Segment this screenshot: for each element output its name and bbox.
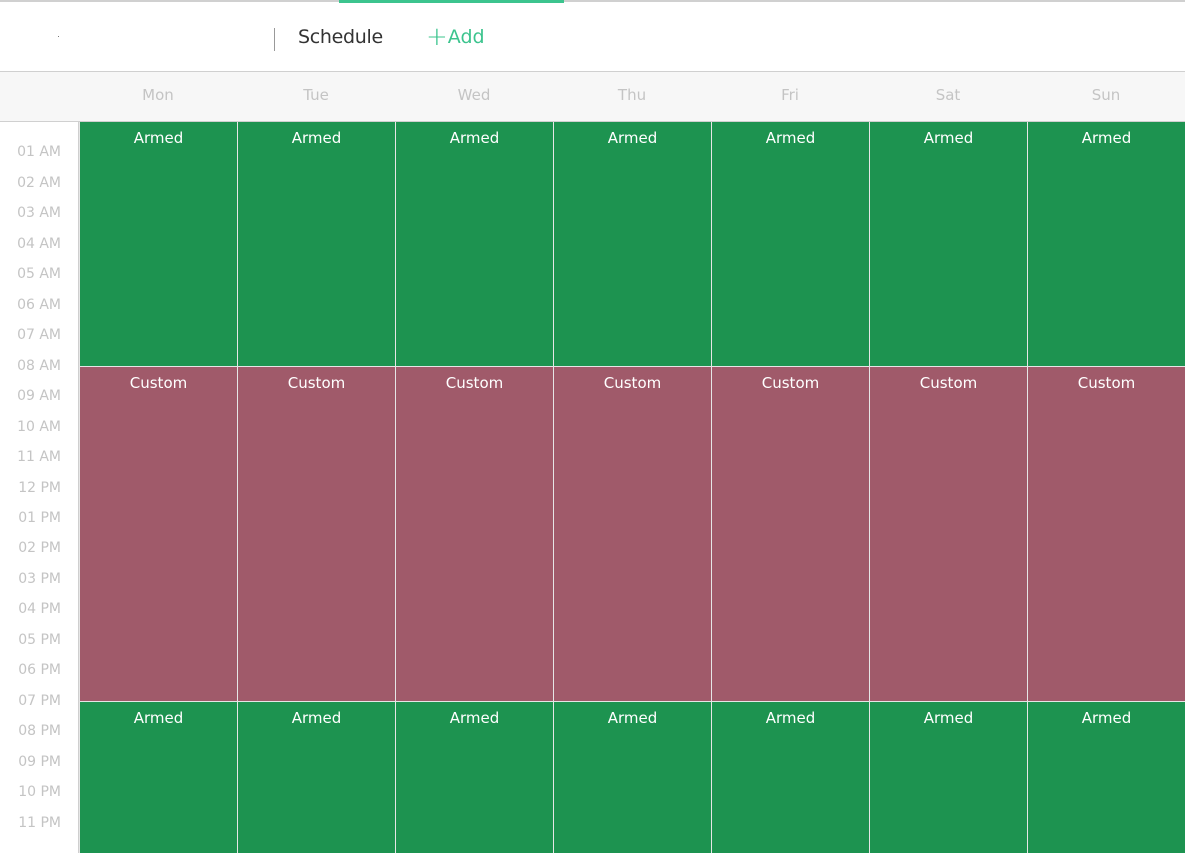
schedule-block-custom[interactable]: Custom	[553, 365, 711, 701]
schedule-block-custom[interactable]: Custom	[1027, 365, 1185, 701]
day-header-mon: Mon	[142, 86, 174, 104]
hour-label: 01 PM	[18, 509, 61, 526]
day-header-wed: Wed	[457, 86, 491, 104]
hour-label: 05 PM	[18, 631, 61, 648]
schedule-block-label: Armed	[607, 129, 658, 147]
schedule-block-armed[interactable]: Armed	[1027, 122, 1185, 366]
day-column-mon: Armed Custom Armed	[79, 122, 237, 853]
schedule-block-custom[interactable]: Custom	[79, 365, 237, 701]
plus-icon: +	[426, 21, 448, 52]
page-title: Schedule	[298, 26, 383, 48]
day-header-sat: Sat	[935, 86, 961, 104]
schedule-block-custom[interactable]: Custom	[869, 365, 1027, 701]
schedule-block-label: Armed	[133, 129, 184, 147]
add-label: Add	[447, 26, 485, 48]
hour-label: 04 AM	[17, 235, 61, 252]
day-column-thu: Armed Custom Armed	[553, 122, 711, 853]
schedule-grid: Armed Custom Armed Armed Custom Armed Armed Cus…	[79, 122, 1185, 853]
hour-label: 03 AM	[17, 205, 61, 222]
schedule-block-armed[interactable]: Armed	[1027, 700, 1185, 853]
schedule-block-armed[interactable]: Armed	[711, 122, 869, 366]
day-column-sat: Armed Custom Armed	[869, 122, 1027, 853]
day-header-fri: Fri	[781, 86, 799, 104]
schedule-block-armed[interactable]: Armed	[79, 122, 237, 366]
day-column-fri: Armed Custom Armed	[711, 122, 869, 853]
schedule-block-label: Armed	[1081, 129, 1132, 147]
hour-label: 02 AM	[17, 174, 61, 191]
schedule-block-armed[interactable]: Armed	[395, 700, 553, 853]
schedule-block-label: Armed	[1081, 708, 1132, 727]
schedule-block-label: Custom	[287, 373, 346, 392]
hour-label: 06 PM	[18, 662, 61, 679]
hour-label: 03 PM	[18, 570, 61, 587]
hour-label: 10 AM	[17, 418, 61, 435]
day-column-wed: Armed Custom Armed	[395, 122, 553, 853]
schedule-block-label: Armed	[291, 129, 342, 147]
hour-label: 08 AM	[17, 357, 61, 374]
schedule-block-armed[interactable]: Armed	[553, 122, 711, 366]
hour-label: 07 PM	[18, 692, 61, 709]
schedule-block-label: Custom	[445, 373, 504, 392]
time-axis: 01 AM 02 AM 03 AM 04 AM 05 AM 06 AM 07 AM 08 AM…	[0, 122, 79, 853]
schedule-block-label: Armed	[923, 708, 974, 727]
day-column-sun: Armed Custom Armed	[1027, 122, 1185, 853]
hour-label: 09 PM	[18, 753, 61, 770]
schedule-block-armed[interactable]: Armed	[237, 700, 395, 853]
hour-label: 10 PM	[18, 784, 61, 801]
schedule-block-custom[interactable]: Custom	[395, 365, 553, 701]
schedule-block-label: Armed	[765, 129, 816, 147]
schedule-block-label: Armed	[607, 708, 658, 727]
schedule-block-armed[interactable]: Armed	[553, 700, 711, 853]
hour-label: 09 AM	[17, 388, 61, 405]
active-tab-indicator	[339, 0, 564, 3]
hour-label: 01 AM	[17, 144, 61, 161]
hour-label: 11 AM	[17, 449, 61, 466]
hour-label: 04 PM	[18, 601, 61, 618]
top-bar: Schedule + Add	[0, 0, 1185, 72]
schedule-block-label: Armed	[291, 708, 342, 727]
hour-label: 05 AM	[17, 266, 61, 283]
schedule-block-label: Armed	[449, 129, 500, 147]
schedule-block-label: Custom	[1077, 373, 1136, 392]
hour-label: 08 PM	[18, 723, 61, 740]
hour-label: 06 AM	[17, 296, 61, 313]
logo-placeholder	[58, 36, 59, 37]
add-schedule-button[interactable]: + Add	[426, 21, 485, 52]
schedule-block-armed[interactable]: Armed	[869, 122, 1027, 366]
day-header-row: Mon Tue Wed Thu Fri Sat Sun	[0, 72, 1185, 122]
hour-label: 12 PM	[18, 479, 61, 496]
schedule-block-armed[interactable]: Armed	[711, 700, 869, 853]
schedule-block-armed[interactable]: Armed	[869, 700, 1027, 853]
schedule-block-label: Custom	[919, 373, 978, 392]
schedule-block-label: Armed	[923, 129, 974, 147]
schedule-block-armed[interactable]: Armed	[79, 700, 237, 853]
day-header-thu: Thu	[617, 86, 647, 104]
day-header-tue: Tue	[303, 86, 329, 104]
schedule-block-custom[interactable]: Custom	[237, 365, 395, 701]
schedule-block-label: Armed	[449, 708, 500, 727]
schedule-block-armed[interactable]: Armed	[237, 122, 395, 366]
day-header-sun: Sun	[1091, 86, 1121, 104]
hour-label: 02 PM	[18, 540, 61, 557]
schedule-block-label: Custom	[129, 373, 188, 392]
day-column-tue: Armed Custom Armed	[237, 122, 395, 853]
schedule-block-armed[interactable]: Armed	[395, 122, 553, 366]
schedule-block-label: Armed	[133, 708, 184, 727]
schedule-block-label: Armed	[765, 708, 816, 727]
schedule-block-custom[interactable]: Custom	[711, 365, 869, 701]
schedule-block-label: Custom	[761, 373, 820, 392]
header-divider	[274, 28, 275, 51]
hour-label: 11 PM	[18, 814, 61, 831]
hour-label: 07 AM	[17, 327, 61, 344]
schedule-block-label: Custom	[603, 373, 662, 392]
